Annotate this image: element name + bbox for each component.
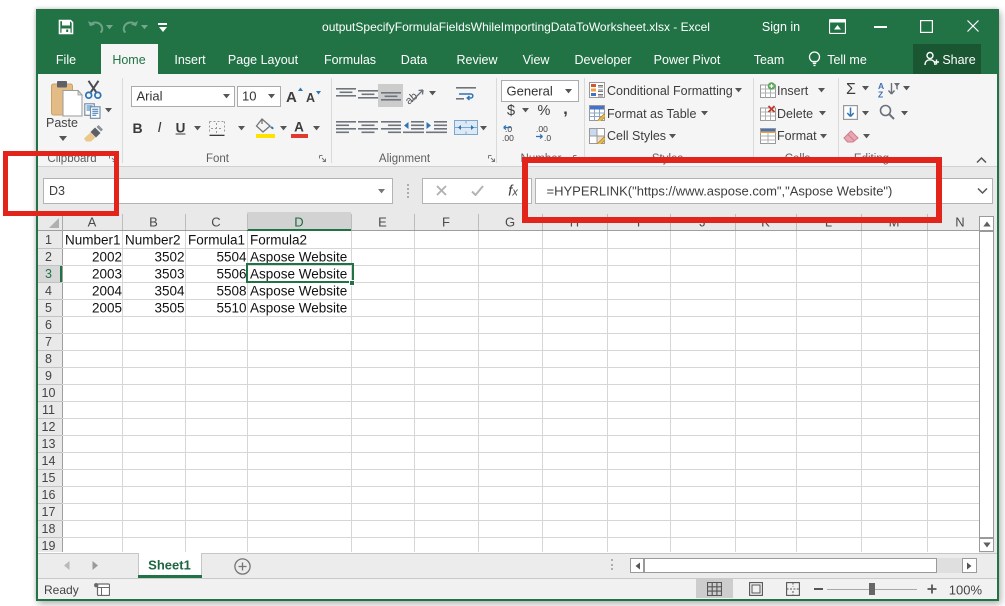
svg-text:.00: .00 <box>502 133 514 143</box>
svg-text:ab: ab <box>406 90 420 105</box>
svg-text:A: A <box>286 89 297 104</box>
svg-text:A: A <box>306 91 315 104</box>
svg-text:Z: Z <box>878 90 883 99</box>
svg-text:.0: .0 <box>544 133 551 143</box>
